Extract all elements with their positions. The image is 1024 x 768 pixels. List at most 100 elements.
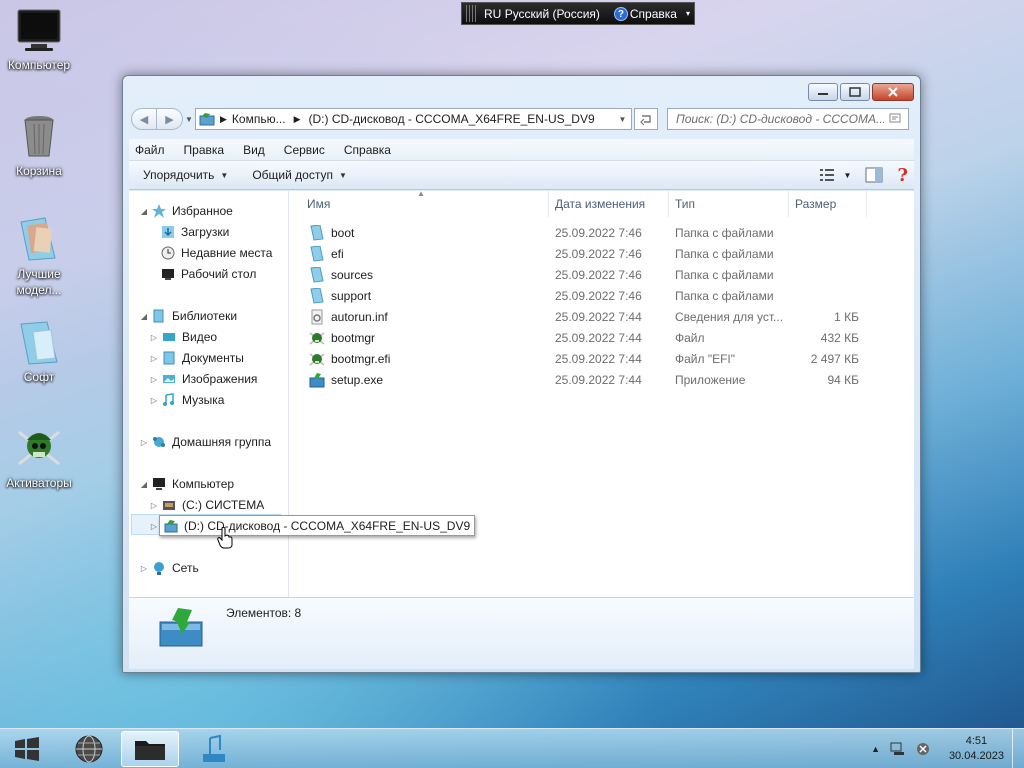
collapsed-triangle-icon[interactable]: ▷ — [149, 501, 159, 510]
desktop-icon-computer[interactable]: Компьютер — [0, 6, 78, 72]
minimize-button[interactable] — [808, 83, 838, 101]
menu-help[interactable]: Справка — [332, 143, 398, 157]
file-row[interactable]: efi 25.09.2022 7:46 Папка с файлами — [289, 243, 914, 264]
file-name-cell[interactable]: boot — [289, 223, 549, 241]
show-hidden-icons[interactable]: ▲ — [871, 744, 880, 754]
file-name-cell[interactable]: sources — [289, 265, 549, 283]
file-row[interactable]: support 25.09.2022 7:46 Папка с файлами — [289, 285, 914, 306]
file-name-cell[interactable]: efi — [289, 244, 549, 262]
menu-edit[interactable]: Правка — [172, 143, 232, 157]
share-button[interactable]: Общий доступ ▼ — [238, 168, 357, 182]
file-row[interactable]: sources 25.09.2022 7:46 Папка с файлами — [289, 264, 914, 285]
file-name-cell[interactable]: bootmgr — [289, 330, 549, 346]
file-name-cell[interactable]: setup.exe — [289, 372, 549, 388]
back-button[interactable]: ◀ — [131, 108, 157, 130]
file-row[interactable]: autorun.inf 25.09.2022 7:44 Сведения для у… — [289, 306, 914, 327]
collapsed-triangle-icon[interactable]: ▷ — [149, 522, 159, 531]
nav-images[interactable]: ▷ Изображения — [149, 369, 258, 389]
nav-documents[interactable]: ▷ Документы — [149, 348, 244, 368]
close-button[interactable] — [872, 83, 914, 101]
address-dropdown-icon[interactable]: ▼ — [613, 114, 631, 124]
nav-recent[interactable]: Недавние места — [161, 243, 272, 263]
file-name-cell[interactable]: support — [289, 286, 549, 304]
taskbar-app[interactable] — [184, 731, 242, 767]
file-row[interactable]: bootmgr.efi 25.09.2022 7:44 Файл "EFI" 2 49… — [289, 348, 914, 369]
file-type: Файл — [675, 330, 705, 345]
expanded-triangle-icon[interactable]: ◢ — [139, 312, 149, 321]
nav-drive-c[interactable]: ▷ (C:) СИСТЕМА — [149, 495, 264, 515]
language-bar[interactable]: RU Русский (Россия) ? Справка ▾ — [461, 2, 695, 25]
search-icon[interactable] — [888, 112, 904, 126]
view-options-button[interactable]: ▼ — [819, 169, 851, 181]
collapsed-triangle-icon[interactable]: ▷ — [149, 396, 159, 405]
refresh-icon — [640, 115, 651, 125]
file-row[interactable]: bootmgr 25.09.2022 7:44 Файл 432 КБ — [289, 327, 914, 348]
taskbar-explorer[interactable] — [121, 731, 179, 767]
chevron-right-icon[interactable]: ▶ — [220, 114, 227, 125]
collapsed-triangle-icon[interactable]: ▷ — [139, 438, 149, 447]
langbar-options-icon[interactable]: ▾ — [686, 9, 690, 18]
show-desktop-button[interactable] — [1012, 729, 1024, 768]
nav-label: Библиотеки — [172, 309, 238, 323]
column-type[interactable]: Тип — [669, 191, 789, 217]
desktop-icon-recycle-bin[interactable]: Корзина — [0, 112, 78, 178]
maximize-button[interactable] — [840, 83, 870, 101]
nav-homegroup[interactable]: ▷ Домашняя группа — [139, 432, 271, 452]
nav-network[interactable]: ▷ Сеть — [139, 558, 199, 578]
breadcrumb-computer[interactable]: Компью... — [232, 112, 286, 126]
nav-computer[interactable]: ◢ Компьютер — [139, 474, 234, 494]
forward-button[interactable]: ▶ — [157, 108, 183, 130]
start-button[interactable] — [0, 731, 54, 767]
column-name[interactable]: Имя ▲ — [289, 189, 549, 217]
notification-error-icon[interactable] — [916, 742, 930, 756]
clock[interactable]: 4:51 30.04.2023 — [949, 734, 1004, 764]
refresh-button[interactable] — [634, 108, 658, 130]
collapsed-triangle-icon[interactable]: ▷ — [139, 564, 149, 573]
nav-desktop[interactable]: Рабочий стол — [161, 264, 256, 284]
nav-video[interactable]: ▷ Видео — [149, 327, 217, 347]
nav-label: Загрузки — [181, 225, 230, 239]
file-name-cell[interactable]: autorun.inf — [289, 309, 549, 325]
menu-view[interactable]: Вид — [231, 143, 272, 157]
collapsed-triangle-icon[interactable]: ▷ — [149, 354, 159, 363]
desktop-icon-activators[interactable]: Активаторы — [0, 424, 78, 490]
desktop-icon-soft[interactable]: Софт — [0, 318, 78, 384]
breadcrumb-drive[interactable]: (D:) CD-дисковод - CCCOMA_X64FRE_EN-US_D… — [309, 112, 595, 126]
nav-favorites[interactable]: ◢ Избранное — [139, 201, 233, 221]
langbar-help[interactable]: Справка — [630, 7, 677, 21]
column-size[interactable]: Размер — [789, 191, 867, 217]
language-name[interactable]: Русский (Россия) — [505, 7, 600, 21]
file-type: Папка с файлами — [675, 288, 774, 303]
video-icon — [162, 330, 176, 344]
column-date[interactable]: Дата изменения — [549, 191, 669, 217]
help-icon[interactable]: ? — [897, 165, 908, 186]
organize-button[interactable]: Упорядочить ▼ — [129, 168, 238, 182]
language-code[interactable]: RU — [484, 7, 501, 21]
preview-pane-icon[interactable] — [865, 167, 883, 183]
address-bar[interactable]: ▶ Компью... ▶ (D:) CD-дисковод - CCCOMA_… — [195, 108, 632, 130]
menu-tools[interactable]: Сервис — [272, 143, 332, 157]
monitor-icon — [15, 6, 63, 54]
nav-downloads[interactable]: Загрузки — [161, 222, 229, 242]
collapsed-triangle-icon[interactable]: ▷ — [149, 333, 159, 342]
chevron-right-icon[interactable]: ▶ — [294, 114, 301, 125]
nav-label: Документы — [182, 351, 244, 365]
search-input[interactable]: Поиск: (D:) CD-дисковод - CCCOMA... — [667, 108, 909, 130]
setup-icon — [309, 372, 325, 388]
nav-music[interactable]: ▷ Музыка — [149, 390, 225, 410]
file-row[interactable]: boot 25.09.2022 7:46 Папка с файлами — [289, 222, 914, 243]
expanded-triangle-icon[interactable]: ◢ — [139, 207, 149, 216]
desktop-icon-models[interactable]: Лучшие модел... — [0, 214, 78, 298]
grip-handle[interactable] — [466, 5, 476, 22]
help-icon[interactable]: ? — [613, 6, 628, 21]
file-name-cell[interactable]: bootmgr.efi — [289, 351, 549, 367]
nav-libraries[interactable]: ◢ Библиотеки — [139, 306, 237, 326]
file-name: support — [331, 288, 372, 303]
taskbar-browser[interactable] — [60, 731, 118, 767]
expanded-triangle-icon[interactable]: ◢ — [139, 480, 149, 489]
menu-file[interactable]: Файл — [129, 143, 172, 157]
network-status-icon[interactable] — [890, 742, 906, 756]
file-row[interactable]: setup.exe 25.09.2022 7:44 Приложение 94 КБ — [289, 369, 914, 390]
collapsed-triangle-icon[interactable]: ▷ — [149, 375, 159, 384]
history-dropdown-icon[interactable]: ▼ — [183, 115, 195, 124]
